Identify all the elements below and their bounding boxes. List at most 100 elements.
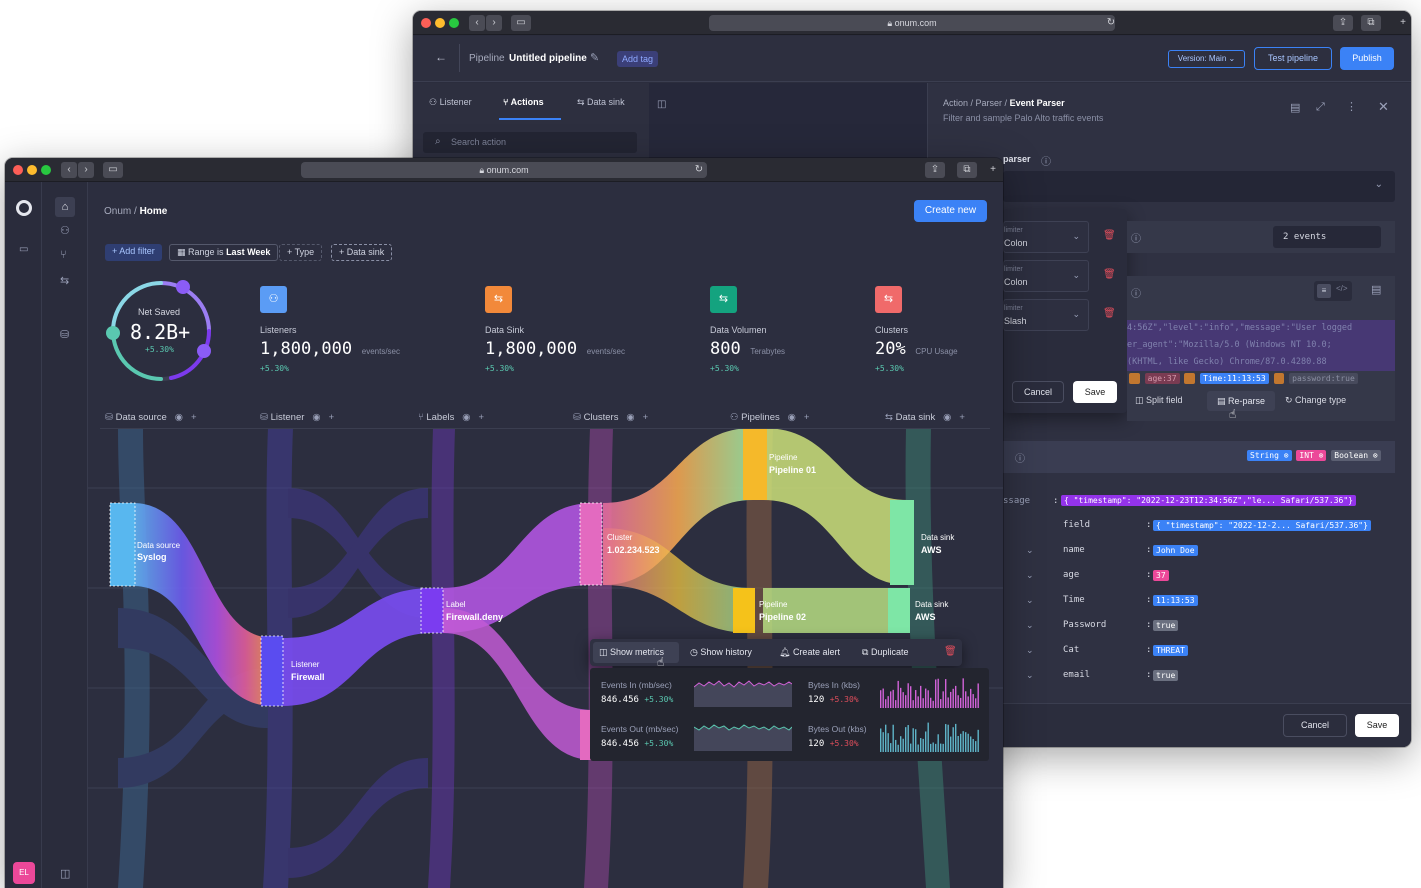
trash-icon[interactable]: 🗑︎ bbox=[944, 646, 957, 657]
sidebar-toggle-icon[interactable]: ▭ bbox=[103, 162, 123, 178]
maximize-dot[interactable] bbox=[449, 18, 459, 28]
plus-icon[interactable]: + bbox=[804, 412, 810, 423]
column-header[interactable]: ⇆ Data sink ◉ + bbox=[885, 412, 965, 423]
node-label-firewall-deny[interactable] bbox=[420, 587, 444, 634]
chevron-down-icon[interactable]: ⌄ bbox=[1026, 545, 1034, 556]
sink-icon[interactable]: ⇆ bbox=[60, 274, 69, 287]
chevron-down-icon[interactable]: ⌄ bbox=[1026, 570, 1034, 581]
node-pipeline-02[interactable] bbox=[733, 588, 755, 633]
forward-arrow-icon[interactable]: › bbox=[78, 162, 94, 178]
column-header[interactable]: ⑂ Labels ◉ + bbox=[418, 412, 484, 423]
node-listener-firewall[interactable] bbox=[260, 635, 284, 707]
column-header[interactable]: ⛁ Listener ◉ + bbox=[260, 412, 334, 423]
tab-actions[interactable]: ⑂ Actions bbox=[503, 97, 544, 107]
eye-icon[interactable]: ◉ bbox=[312, 412, 320, 423]
show-metrics-button[interactable]: ◫ Show metrics bbox=[593, 642, 679, 663]
document-icon[interactable]: ▤ bbox=[1290, 101, 1300, 114]
chevron-down-icon[interactable]: ⌄ bbox=[1026, 620, 1034, 631]
column-header[interactable]: ⛁ Clusters ◉ + bbox=[573, 412, 648, 423]
column-header[interactable]: ⚇ Pipelines ◉ + bbox=[730, 412, 809, 423]
create-alert-button[interactable]: 🔔︎ Create alert bbox=[779, 647, 840, 658]
tree-icon[interactable]: ⑂ bbox=[60, 249, 67, 261]
back-icon[interactable]: ← bbox=[435, 50, 447, 64]
version-select[interactable]: Version: Main ⌄ bbox=[1168, 50, 1245, 68]
tabs-icon[interactable]: ⧉ bbox=[957, 162, 977, 178]
eye-icon[interactable]: ◉ bbox=[943, 412, 951, 423]
eye-icon[interactable]: ◉ bbox=[462, 412, 470, 423]
more-icon[interactable]: ⋮ bbox=[1346, 100, 1357, 113]
cancel-button[interactable]: Cancel bbox=[1012, 381, 1064, 403]
home-icon[interactable]: ⌂ bbox=[55, 197, 75, 217]
type-filter-chip[interactable]: + Type bbox=[279, 244, 323, 261]
plus-icon[interactable]: + bbox=[329, 412, 335, 423]
url-bar[interactable]: 🔒︎ onum.com bbox=[301, 162, 707, 178]
type-tag-boolean[interactable]: Boolean ⊗ bbox=[1331, 450, 1381, 461]
save-button[interactable]: Save bbox=[1073, 381, 1117, 403]
footer-cancel-button[interactable]: Cancel bbox=[1283, 714, 1347, 737]
tab-listener[interactable]: ⚇ Listener bbox=[429, 97, 472, 108]
plus-icon[interactable]: + bbox=[959, 412, 965, 423]
change-type-button[interactable]: ↻ Change type bbox=[1285, 395, 1346, 406]
trash-icon[interactable]: 🗑︎ bbox=[1103, 230, 1116, 241]
reload-icon[interactable]: ↻ bbox=[691, 162, 707, 178]
new-tab-icon[interactable]: + bbox=[1395, 15, 1411, 31]
back-arrow-icon[interactable]: ‹ bbox=[469, 15, 485, 31]
add-filter-button[interactable]: + Add filter bbox=[105, 244, 162, 261]
minimize-dot[interactable] bbox=[435, 18, 445, 28]
node-data-sink-aws-2[interactable] bbox=[888, 588, 910, 633]
folder-icon[interactable]: ▭ bbox=[19, 244, 28, 255]
logo-icon[interactable] bbox=[16, 200, 32, 216]
data-sink-filter-chip[interactable]: + Data sink bbox=[331, 244, 393, 261]
close-dot[interactable] bbox=[421, 18, 431, 28]
chevron-down-icon[interactable]: ⌄ bbox=[1026, 595, 1034, 606]
chevron-down-icon[interactable]: ⌄ bbox=[1026, 670, 1034, 681]
duplicate-button[interactable]: ⧉ Duplicate bbox=[862, 647, 908, 658]
reload-icon[interactable]: ↻ bbox=[1103, 15, 1119, 31]
node-pipeline-01[interactable] bbox=[743, 428, 767, 500]
reparse-button[interactable]: ▤ Re-parse bbox=[1207, 391, 1275, 411]
node-cluster[interactable] bbox=[579, 502, 603, 586]
type-tag-int[interactable]: INT ⊗ bbox=[1296, 450, 1327, 461]
node-data-source-syslog[interactable] bbox=[109, 502, 136, 587]
maximize-dot[interactable] bbox=[41, 165, 51, 175]
chevron-down-icon[interactable]: ⌄ bbox=[1026, 645, 1034, 656]
trash-icon[interactable]: 🗑︎ bbox=[1103, 308, 1116, 319]
add-tag-button[interactable]: Add tag bbox=[617, 51, 659, 67]
code-view-icon[interactable]: </> bbox=[1336, 284, 1348, 293]
tab-data-sink[interactable]: ⇆ Data sink bbox=[577, 97, 625, 108]
delimiter-select-3[interactable]: limiter Slash ⌄ bbox=[1003, 299, 1089, 331]
plus-icon[interactable]: + bbox=[191, 412, 197, 423]
close-dot[interactable] bbox=[13, 165, 23, 175]
url-bar[interactable]: 🔒︎ onum.com bbox=[709, 15, 1115, 31]
database-icon[interactable]: ⛁ bbox=[60, 328, 69, 341]
share-icon[interactable]: ⇪ bbox=[925, 162, 945, 178]
panel-icon[interactable]: ◫ bbox=[657, 99, 666, 110]
pencil-icon[interactable]: ✎ bbox=[590, 51, 599, 64]
footer-save-button[interactable]: Save bbox=[1355, 714, 1399, 737]
tabs-icon[interactable]: ⧉ bbox=[1361, 15, 1381, 31]
panel-icon[interactable]: ◫ bbox=[60, 867, 70, 880]
delimiter-select-2[interactable]: limiter Colon ⌄ bbox=[1003, 260, 1089, 292]
trash-icon[interactable]: 🗑︎ bbox=[1103, 269, 1116, 280]
test-pipeline-button[interactable]: Test pipeline bbox=[1254, 47, 1332, 70]
eye-icon[interactable]: ◉ bbox=[626, 412, 634, 423]
node-data-sink-aws-1[interactable] bbox=[890, 500, 914, 585]
breadcrumb-root[interactable]: Onum bbox=[104, 206, 131, 217]
sidebar-toggle-icon[interactable]: ▭ bbox=[511, 15, 531, 31]
plus-icon[interactable]: + bbox=[643, 412, 649, 423]
delimiter-select-1[interactable]: limiter Colon ⌄ bbox=[1003, 221, 1089, 253]
forward-arrow-icon[interactable]: › bbox=[486, 15, 502, 31]
view-toggle[interactable]: ≡ </> bbox=[1314, 281, 1352, 301]
expand-icon[interactable]: ⤢ bbox=[1316, 101, 1325, 114]
create-new-button[interactable]: Create new bbox=[914, 200, 987, 222]
plus-icon[interactable]: + bbox=[478, 412, 484, 423]
range-filter-chip[interactable]: ▦ Range is Last Week bbox=[169, 244, 279, 261]
new-tab-icon[interactable]: + bbox=[985, 162, 1001, 178]
split-field-button[interactable]: ◫ Split field bbox=[1135, 395, 1183, 406]
show-history-button[interactable]: ◷ Show history bbox=[690, 647, 752, 658]
list-view-icon[interactable]: ≡ bbox=[1317, 284, 1331, 298]
close-icon[interactable]: ✕ bbox=[1378, 99, 1389, 115]
back-arrow-icon[interactable]: ‹ bbox=[61, 162, 77, 178]
search-action-input[interactable]: ⌕ Search action bbox=[423, 132, 637, 153]
publish-button[interactable]: Publish bbox=[1340, 47, 1394, 70]
